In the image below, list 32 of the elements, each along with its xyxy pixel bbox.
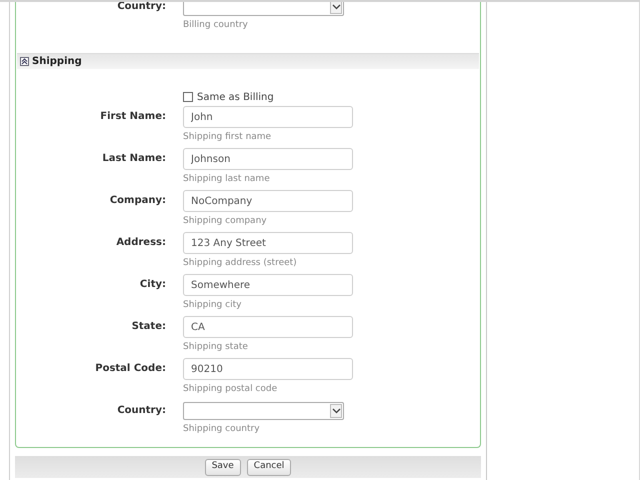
caret-icon <box>330 2 342 14</box>
country-dropdown[interactable] <box>183 2 344 16</box>
field-hint: Shipping city <box>183 299 242 311</box>
field-hint: Shipping postal code <box>183 383 278 395</box>
text-field[interactable]: Somewhere <box>183 274 353 296</box>
field-label: Postal Code: <box>94 362 166 376</box>
field-hint: Shipping address (street) <box>183 257 298 269</box>
form-button[interactable]: Cancel <box>246 458 292 476</box>
field-label: Address: <box>115 236 166 250</box>
field-hint: Shipping last name <box>183 173 271 185</box>
form-button[interactable]: Save <box>204 458 241 476</box>
field-hint: Billing country <box>183 19 249 31</box>
field-label: Last Name: <box>101 152 166 166</box>
field-label: First Name: <box>99 110 166 124</box>
field-hint: Shipping state <box>183 341 249 353</box>
field-label: City: <box>138 278 166 292</box>
text-field[interactable]: CA <box>183 316 353 338</box>
field-label: Company: <box>108 194 166 208</box>
field-hint: Shipping company <box>183 215 268 227</box>
same-as-billing-checkbox[interactable]: Same as Billing <box>183 91 480 103</box>
text-field[interactable]: 90210 <box>183 358 353 380</box>
field-label: State: <box>130 320 166 334</box>
collapse-icon[interactable] <box>20 57 29 66</box>
field-label: Country: <box>116 404 166 418</box>
field-hint: Shipping country <box>183 423 261 435</box>
section-header[interactable]: Shipping <box>17 53 479 69</box>
field-hint: Shipping first name <box>183 131 272 143</box>
section-title: Shipping <box>32 55 82 69</box>
text-field[interactable]: 123 Any Street <box>183 232 353 254</box>
caret-icon <box>330 404 342 418</box>
text-field[interactable]: NoCompany <box>183 190 353 212</box>
country-dropdown[interactable] <box>183 402 344 420</box>
